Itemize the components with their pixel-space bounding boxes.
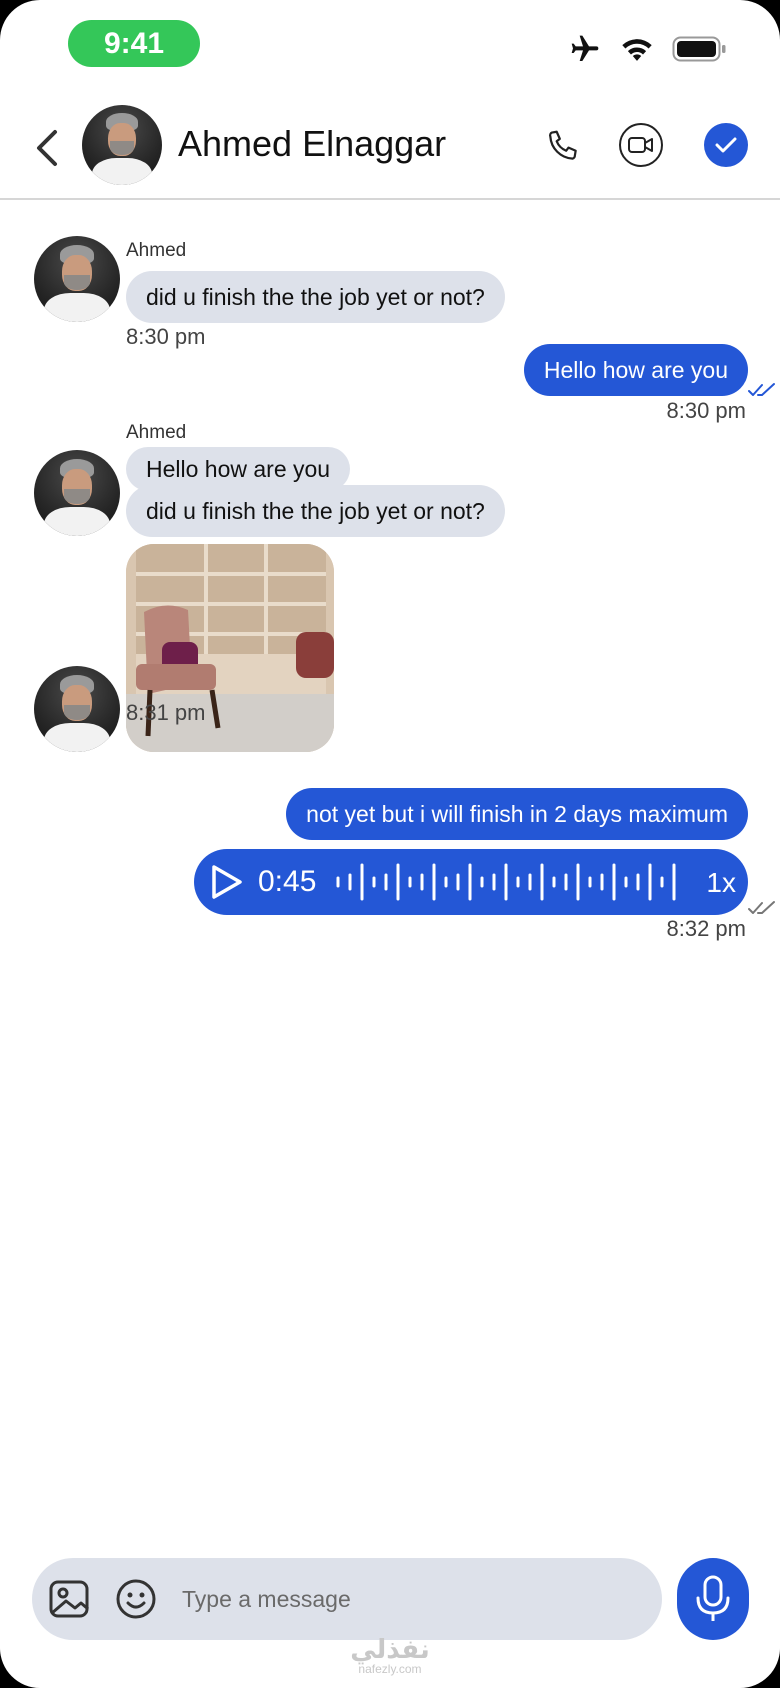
watermark-arabic: نفذلي — [350, 1634, 430, 1664]
status-time: 9:41 — [68, 20, 200, 67]
video-camera-icon — [628, 137, 653, 153]
watermark: نفذلي nafezly.com — [340, 1636, 440, 1676]
play-icon[interactable] — [208, 863, 246, 901]
contact-avatar[interactable] — [82, 105, 162, 185]
incoming-message[interactable]: did u finish the the job yet or not? — [126, 271, 505, 323]
verified-check-button[interactable] — [704, 123, 748, 167]
read-receipt-icon — [748, 901, 775, 914]
watermark-url: nafezly.com — [358, 1662, 422, 1676]
checkmark-icon — [715, 137, 737, 153]
read-receipt-icon — [748, 383, 775, 396]
record-voice-button[interactable] — [677, 1558, 749, 1640]
playback-speed-button[interactable]: 1x — [706, 867, 736, 899]
sender-avatar[interactable] — [34, 666, 120, 752]
outgoing-message[interactable]: not yet but i will finish in 2 days maxi… — [286, 788, 748, 840]
outgoing-message[interactable]: Hello how are you — [523, 344, 748, 396]
emoji-button[interactable] — [114, 1577, 158, 1621]
phone-screen: 9:41 Ahmed Elnaggar Ahmed did u finish t… — [0, 0, 780, 1688]
battery-icon — [672, 36, 726, 62]
sender-name: Ahmed — [126, 422, 187, 443]
smiley-icon — [116, 1579, 156, 1619]
sender-name: Ahmed — [126, 240, 187, 261]
voice-message[interactable]: 0:45 1x — [194, 849, 748, 915]
message-composer — [32, 1558, 662, 1640]
microphone-icon — [696, 1575, 730, 1621]
airplane-icon — [571, 35, 599, 61]
chevron-left-icon — [37, 130, 57, 166]
wifi-icon — [622, 39, 652, 61]
message-timestamp: 8:30 pm — [126, 324, 206, 349]
image-icon — [49, 1580, 89, 1618]
waveform[interactable] — [334, 861, 684, 903]
message-timestamp: 8:30 pm — [666, 398, 747, 423]
video-call-button[interactable] — [619, 123, 663, 167]
message-timestamp: 8:32 pm — [666, 916, 747, 941]
message-timestamp: 8:31 pm — [126, 700, 206, 725]
sender-avatar[interactable] — [34, 236, 120, 322]
voice-duration: 0:45 — [258, 865, 317, 898]
sender-avatar[interactable] — [34, 450, 120, 536]
voice-call-button[interactable] — [540, 123, 586, 169]
contact-name: Ahmed Elnaggar — [178, 123, 447, 164]
phone-icon — [549, 130, 577, 160]
status-bar: 9:41 — [0, 0, 780, 90]
status-icons — [568, 33, 728, 65]
gallery-button[interactable] — [48, 1577, 92, 1621]
incoming-message[interactable]: did u finish the the job yet or not? — [126, 485, 505, 537]
back-button[interactable] — [28, 123, 64, 173]
chat-header: Ahmed Elnaggar — [0, 95, 780, 200]
message-input[interactable] — [182, 1574, 622, 1624]
